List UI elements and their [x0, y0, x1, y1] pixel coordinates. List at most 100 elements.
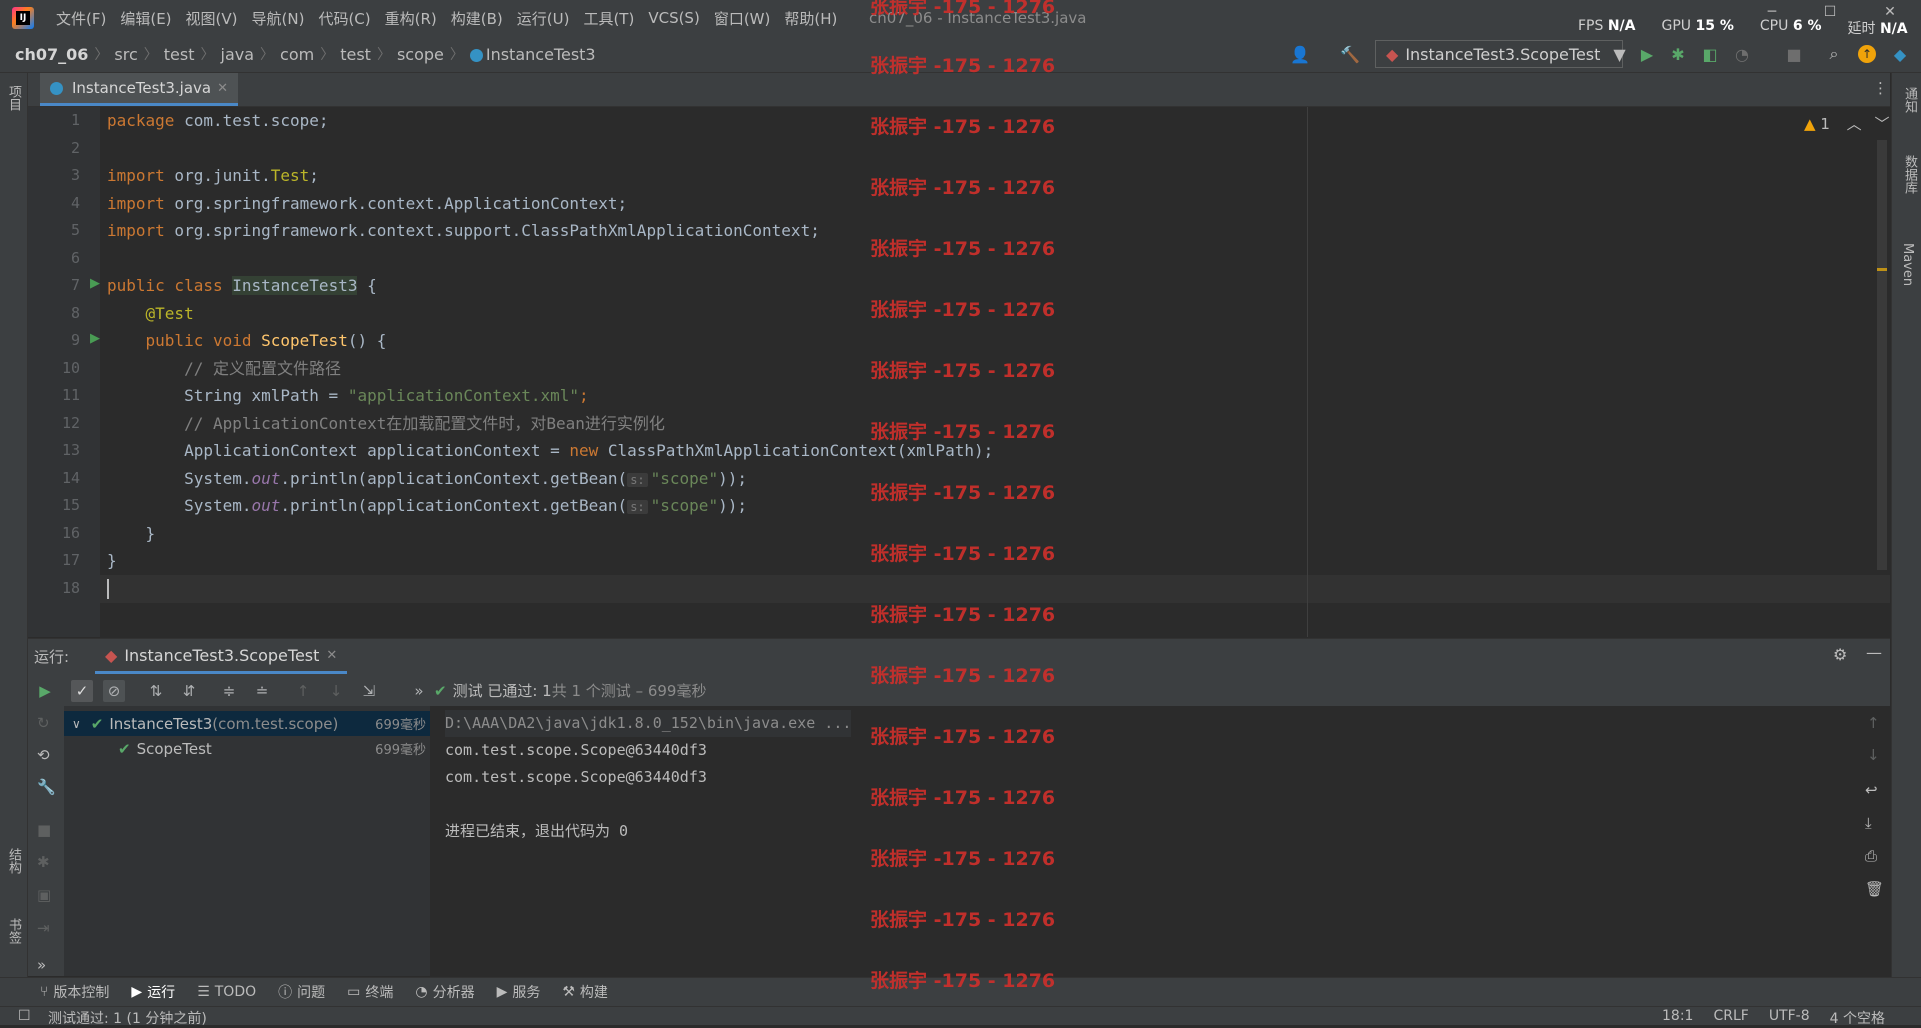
code-line-1: package com.test.scope;: [107, 111, 329, 130]
expand-all-icon[interactable]: ≑: [218, 680, 240, 702]
breadcrumb-com[interactable]: com: [280, 45, 314, 64]
code-line-17: }: [107, 551, 117, 570]
build-hammer-icon[interactable]: 🔨: [1340, 44, 1360, 64]
structure-tool-tab[interactable]: 结构: [4, 848, 23, 874]
breadcrumb-test-pkg[interactable]: test: [340, 45, 371, 64]
menu-run[interactable]: 运行(U): [517, 8, 570, 29]
show-ignored-icon[interactable]: ⊘: [103, 680, 125, 702]
tool-tab-run[interactable]: ▶ 运行: [131, 982, 175, 1002]
show-passed-icon[interactable]: ✓: [71, 680, 93, 702]
next-failed-icon[interactable]: ↓: [325, 680, 347, 702]
sort-alpha-icon[interactable]: ⇅: [145, 680, 167, 702]
hide-panel-icon[interactable]: —: [1866, 643, 1882, 662]
notifications-tool-tab[interactable]: 通知: [1900, 87, 1919, 113]
run-icon[interactable]: ▶: [1637, 44, 1657, 64]
search-icon[interactable]: ⌕: [1824, 44, 1844, 64]
tool-tab-todo[interactable]: ☰ TODO: [197, 984, 256, 1000]
profile-icon[interactable]: ◔: [1732, 44, 1752, 64]
exit-icon[interactable]: ⇥: [37, 919, 50, 937]
close-tab-icon[interactable]: ✕: [217, 81, 228, 96]
menu-help[interactable]: 帮助(H): [784, 8, 837, 29]
tool-tab-version-control[interactable]: ⑂ 版本控制: [40, 982, 109, 1002]
restart-icon[interactable]: ↻: [37, 714, 50, 732]
camera-icon[interactable]: ▣: [37, 886, 51, 904]
tool-tab-terminal[interactable]: ▭ 终端: [347, 982, 393, 1002]
stop-icon[interactable]: ■: [1784, 44, 1804, 64]
more-tabs-icon[interactable]: ⋮: [1873, 79, 1888, 97]
arrow-up-icon[interactable]: ↑: [1867, 714, 1880, 732]
user-icon[interactable]: 👤: [1290, 44, 1310, 64]
menu-vcs[interactable]: VCS(S): [648, 9, 699, 27]
breadcrumb-test[interactable]: test: [164, 45, 195, 64]
minimize-icon[interactable]: ─: [1762, 4, 1782, 20]
line-separator[interactable]: CRLF: [1713, 1008, 1748, 1028]
tool-tab-profiler[interactable]: ◔ 分析器: [415, 982, 474, 1002]
gear-icon[interactable]: ⚙: [1833, 645, 1847, 664]
bookmarks-tool-tab[interactable]: 书签: [4, 918, 23, 944]
print-icon[interactable]: ⎙: [1865, 847, 1877, 865]
trash-icon[interactable]: 🗑: [1865, 880, 1884, 898]
status-message[interactable]: 测试通过: 1 (1 分钟之前): [48, 1008, 207, 1028]
run-tab[interactable]: ◆ InstanceTest3.ScopeTest ✕: [95, 639, 348, 674]
chevron-up-icon[interactable]: ︿: [1847, 115, 1862, 133]
tool-tab-services[interactable]: ▶ 服务: [497, 982, 541, 1002]
menu-navigate[interactable]: 导航(N): [252, 8, 305, 29]
database-tool-tab[interactable]: 数据库: [1900, 155, 1919, 194]
maximize-icon[interactable]: ☐: [1820, 4, 1840, 20]
breadcrumb-java[interactable]: java: [221, 45, 255, 64]
collapse-all-icon[interactable]: ≐: [251, 680, 273, 702]
inspection-widget[interactable]: ▲ 1 ︿ ﹀: [1804, 113, 1889, 134]
breadcrumb-project[interactable]: ch07_06: [15, 45, 88, 64]
menu-edit[interactable]: 编辑(E): [120, 8, 171, 29]
menu-tools[interactable]: 工具(T): [583, 8, 634, 29]
chevron-down-icon[interactable]: ∨: [72, 717, 81, 731]
editor-tab-instancetest3[interactable]: InstanceTest3.java ✕: [40, 73, 238, 106]
breadcrumb-scope[interactable]: scope: [397, 45, 444, 64]
rerun-icon[interactable]: ▶: [34, 680, 56, 702]
tool-tab-build[interactable]: ⚒ 构建: [562, 982, 608, 1002]
console-output[interactable]: D:\AAA\DA2\java\jdk1.8.0_152\bin\java.ex…: [432, 706, 1856, 976]
project-tool-tab[interactable]: 项目: [4, 85, 23, 111]
run-side-toolbar: ↻ ⟲ 🔧 ■ ✱ ▣ ⇥ »: [28, 706, 64, 976]
prev-failed-icon[interactable]: ↑: [292, 680, 314, 702]
menu-build[interactable]: 构建(B): [451, 8, 503, 29]
debug-icon[interactable]: ✱: [1668, 44, 1688, 64]
jetbrains-icon[interactable]: ◆: [1890, 44, 1910, 64]
debug-icon[interactable]: ✱: [37, 853, 50, 871]
console-line[interactable]: D:\AAA\DA2\java\jdk1.8.0_152\bin\java.ex…: [445, 710, 852, 737]
menu-code[interactable]: 代码(C): [318, 8, 370, 29]
breadcrumb-file[interactable]: InstanceTest3: [469, 45, 596, 64]
menu-file[interactable]: 文件(F): [56, 8, 106, 29]
chevron-down-icon[interactable]: ﹀: [1874, 115, 1889, 133]
tool-tab-problems[interactable]: ⓘ 问题: [278, 982, 325, 1002]
run-configuration-select[interactable]: ◆ InstanceTest3.ScopeTest ▼: [1375, 40, 1626, 68]
tree-row-scopetest[interactable]: ✔ ScopeTest 699毫秒: [64, 736, 430, 761]
file-encoding[interactable]: UTF-8: [1769, 1008, 1810, 1028]
more-actions-icon[interactable]: »: [408, 680, 430, 702]
editor-scrollbar[interactable]: [1877, 140, 1887, 570]
tree-row-instancetest3[interactable]: ∨ ✔ InstanceTest3 (com.test.scope) 699毫秒: [64, 711, 430, 736]
soft-wrap-icon[interactable]: ↩: [1865, 781, 1878, 799]
wrench-icon[interactable]: 🔧: [37, 778, 56, 796]
caret-position[interactable]: 18:1: [1662, 1008, 1693, 1028]
menu-window[interactable]: 窗口(W): [714, 8, 771, 29]
scroll-to-end-icon[interactable]: ⤓: [1865, 814, 1872, 832]
breadcrumb-src[interactable]: src: [114, 45, 137, 64]
scrollbar-warning-marker[interactable]: [1877, 268, 1887, 271]
arrow-down-icon[interactable]: ↓: [1867, 746, 1880, 764]
intellij-logo-icon[interactable]: IJ: [12, 7, 34, 29]
maven-tool-tab[interactable]: Maven: [1900, 243, 1915, 286]
rerun-failed-icon[interactable]: ⟲: [37, 746, 50, 764]
stop-icon[interactable]: ■: [37, 821, 51, 839]
close-window-icon[interactable]: ✕: [1880, 4, 1900, 20]
close-tab-icon[interactable]: ✕: [326, 648, 337, 663]
layout-icon[interactable]: ☐: [18, 1008, 31, 1024]
indent-setting[interactable]: 4 个空格: [1830, 1008, 1885, 1028]
update-icon[interactable]: ↑: [1858, 45, 1876, 63]
coverage-icon[interactable]: ◧: [1700, 44, 1720, 64]
sort-duration-icon[interactable]: ⇵: [178, 680, 200, 702]
import-results-icon[interactable]: ⇲: [358, 680, 380, 702]
menu-refactor[interactable]: 重构(R): [385, 8, 437, 29]
menu-view[interactable]: 视图(V): [186, 8, 238, 29]
more-icon[interactable]: »: [37, 956, 46, 974]
